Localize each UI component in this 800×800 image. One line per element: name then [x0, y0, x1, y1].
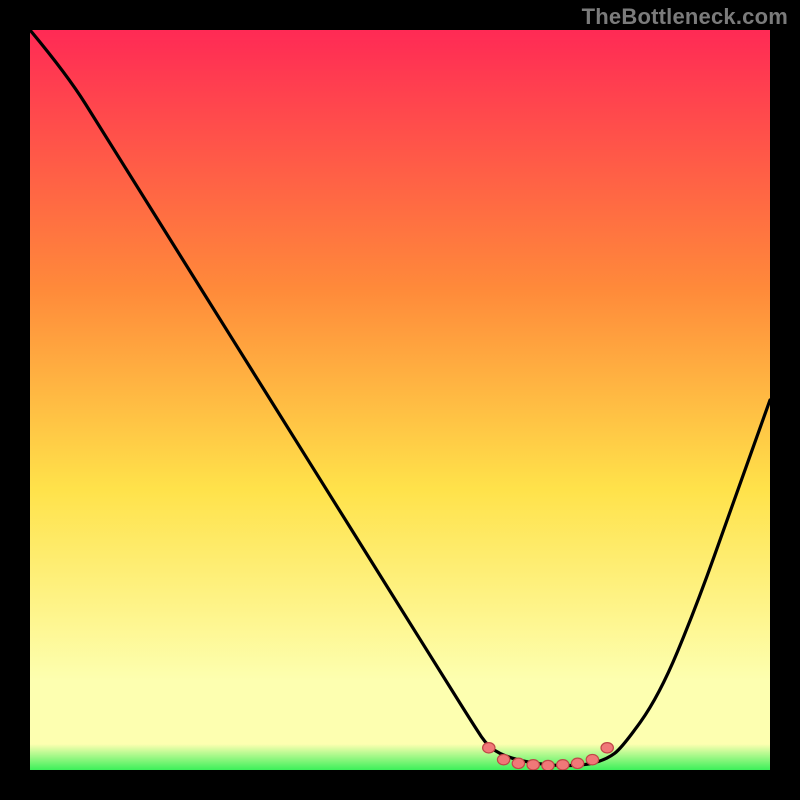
watermark-text: TheBottleneck.com — [582, 4, 788, 30]
valley-marker — [571, 758, 583, 768]
bottleneck-chart — [30, 30, 770, 770]
chart-frame: TheBottleneck.com — [0, 0, 800, 800]
valley-marker — [483, 743, 495, 753]
valley-marker — [512, 758, 524, 768]
gradient-background — [30, 30, 770, 770]
valley-marker — [601, 743, 613, 753]
valley-marker — [527, 760, 539, 770]
valley-marker — [557, 760, 569, 770]
valley-marker — [497, 754, 509, 764]
valley-marker — [586, 754, 598, 764]
plot-area — [30, 30, 770, 770]
valley-marker — [542, 760, 554, 770]
